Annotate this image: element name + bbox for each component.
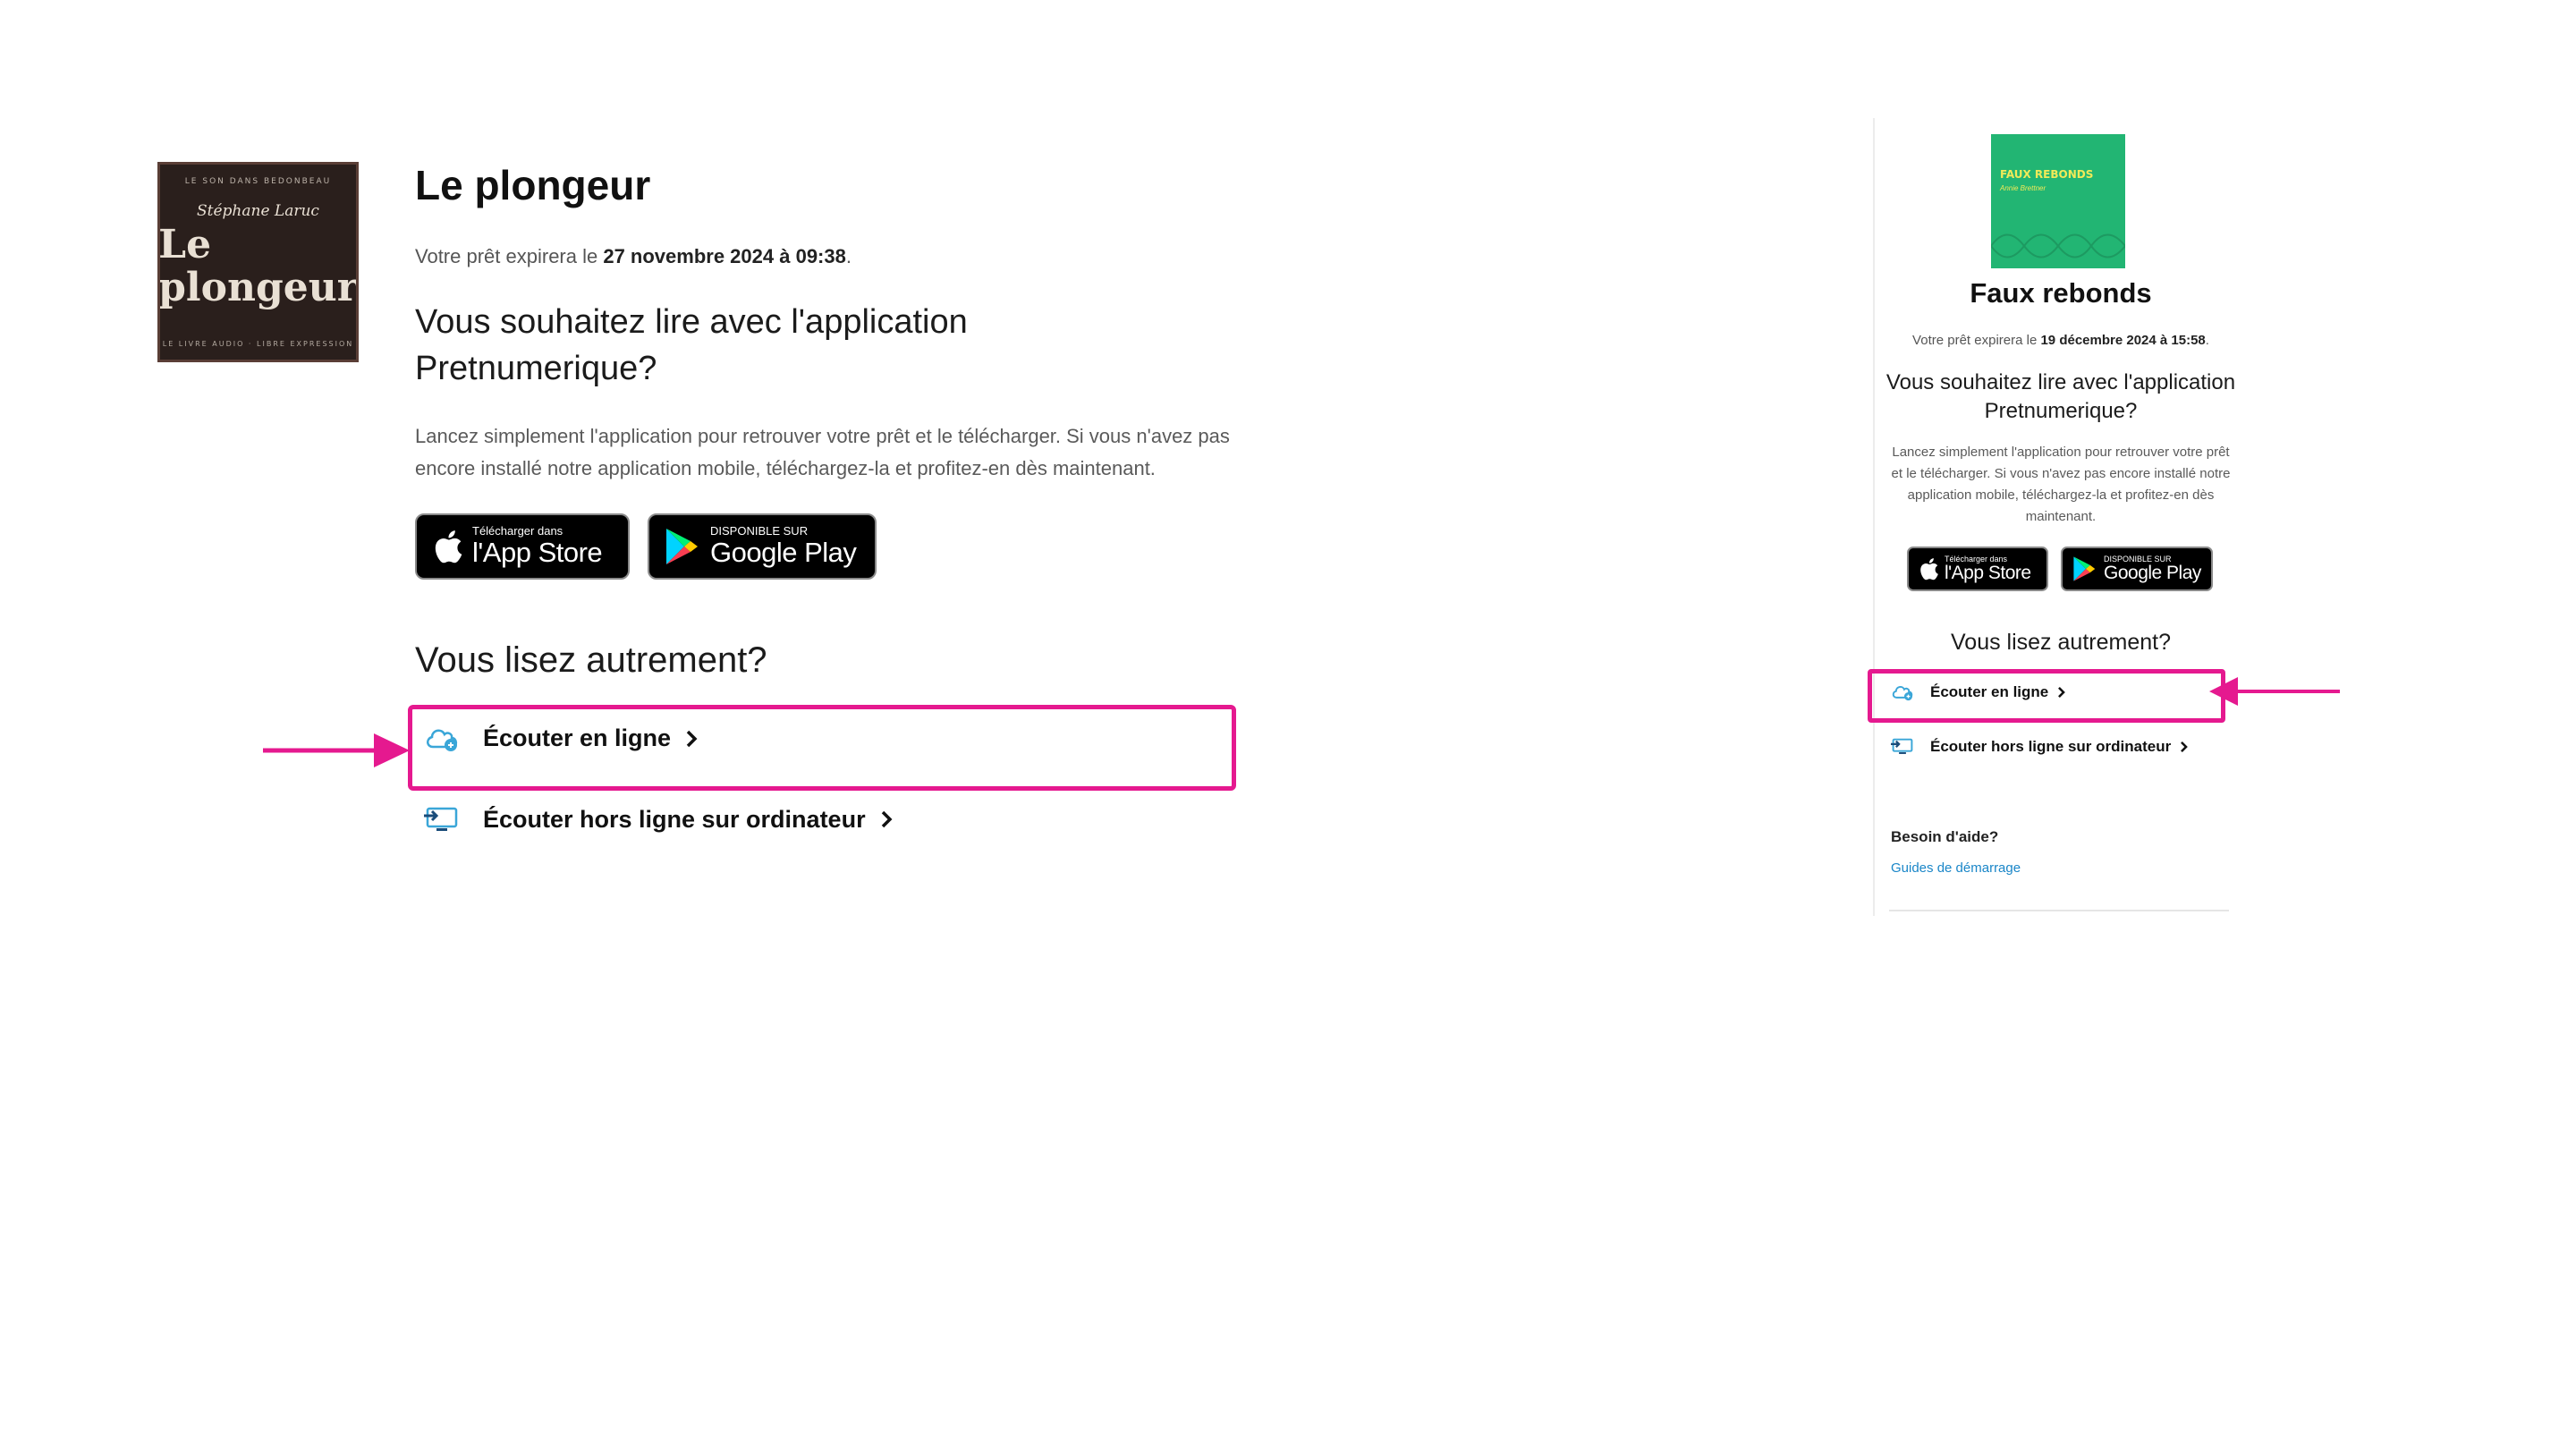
listen-offline-label: Écouter hors ligne sur ordinateur — [483, 805, 866, 833]
getting-started-link[interactable]: Guides de démarrage — [1891, 860, 2021, 876]
apple-icon — [1920, 558, 1938, 580]
loan-expiry: Votre prêt expirera le 19 décembre 2024 … — [1873, 333, 2249, 348]
cloud-listen-icon — [1891, 683, 1914, 701]
bottom-divider — [1889, 910, 2229, 911]
expiry-date: 27 novembre 2024 à 09:38 — [603, 245, 846, 267]
cover-title: Le plongeur — [158, 221, 358, 310]
book-cover-right: FAUX REBONDS Annie Brettner — [1991, 134, 2125, 268]
expiry-suffix: . — [845, 245, 852, 267]
cloud-listen-icon — [424, 725, 460, 752]
cover-bottom-text: LE LIVRE AUDIO · LIBRE EXPRESSION — [162, 339, 354, 348]
computer-download-icon — [424, 805, 460, 834]
book-cover-left: LE SON DANS BEDONBEAU Stéphane Laruc Le … — [157, 162, 359, 362]
app-store-small-text: Télécharger dans — [472, 524, 564, 538]
cover-author: Stéphane Laruc — [197, 201, 319, 220]
book-title: Faux rebonds — [1970, 277, 2152, 309]
chevron-right-icon — [685, 729, 698, 749]
expiry-date: 19 décembre 2024 à 15:58 — [2040, 333, 2206, 348]
app-question-heading: Vous souhaitez lire avec l'application P… — [415, 303, 968, 387]
chevron-right-icon — [880, 809, 893, 829]
google-play-small-text: DISPONIBLE SUR — [710, 524, 809, 538]
app-store-button[interactable]: Télécharger dans l'App Store — [1907, 547, 2048, 591]
google-play-big-text: Google Play — [2104, 563, 2201, 583]
apple-icon — [435, 530, 462, 564]
app-store-button[interactable]: Télécharger dans l'App Store — [415, 513, 630, 580]
listen-offline-link[interactable]: Écouter hors ligne sur ordinateur — [1891, 737, 2189, 756]
listen-offline-link[interactable]: Écouter hors ligne sur ordinateur — [424, 805, 893, 834]
app-description: Lancez simplement l'application pour ret… — [1891, 445, 2231, 524]
expiry-prefix: Votre prêt expirera le — [415, 245, 604, 267]
expiry-suffix: . — [2205, 333, 2209, 348]
app-description: Lancez simplement l'application pour ret… — [415, 425, 1230, 479]
listen-online-link[interactable]: Écouter en ligne — [1891, 683, 2066, 701]
computer-download-icon — [1891, 737, 1914, 756]
help-heading: Besoin d'aide? — [1891, 828, 1999, 845]
cover-author: Annie Brettner — [2000, 184, 2046, 192]
google-play-big-text: Google Play — [710, 537, 857, 568]
expiry-prefix: Votre prêt expirera le — [1912, 333, 2041, 348]
app-question-heading: Vous souhaitez lire avec l'application P… — [1885, 370, 2236, 423]
other-reading-heading: Vous lisez autrement? — [1951, 630, 2171, 655]
arrow-left-icon — [2209, 677, 2340, 706]
listen-offline-label: Écouter hors ligne sur ordinateur — [1930, 737, 2172, 755]
google-play-icon — [2073, 556, 2096, 581]
listen-online-label: Écouter en ligne — [1930, 683, 2049, 700]
arrow-right-icon — [263, 733, 410, 767]
google-play-button[interactable]: DISPONIBLE SUR Google Play — [648, 513, 877, 580]
cover-pattern — [1991, 233, 2125, 258]
app-store-big-text: l'App Store — [472, 537, 603, 568]
google-play-button[interactable]: DISPONIBLE SUR Google Play — [2061, 547, 2213, 591]
book-title: Le plongeur — [415, 162, 651, 208]
chevron-right-icon — [2057, 686, 2066, 699]
cover-title: FAUX REBONDS — [2000, 168, 2094, 181]
app-store-big-text: l'App Store — [1945, 563, 2031, 583]
loan-expiry: Votre prêt expirera le 27 novembre 2024 … — [415, 245, 852, 268]
chevron-right-icon — [2180, 741, 2189, 753]
panel-divider — [1873, 118, 1875, 916]
cover-top-text: LE SON DANS BEDONBEAU — [184, 176, 332, 186]
listen-online-link[interactable]: Écouter en ligne — [424, 724, 698, 752]
google-play-icon — [666, 529, 698, 564]
other-reading-heading: Vous lisez autrement? — [415, 640, 767, 680]
listen-online-label: Écouter en ligne — [483, 724, 672, 751]
